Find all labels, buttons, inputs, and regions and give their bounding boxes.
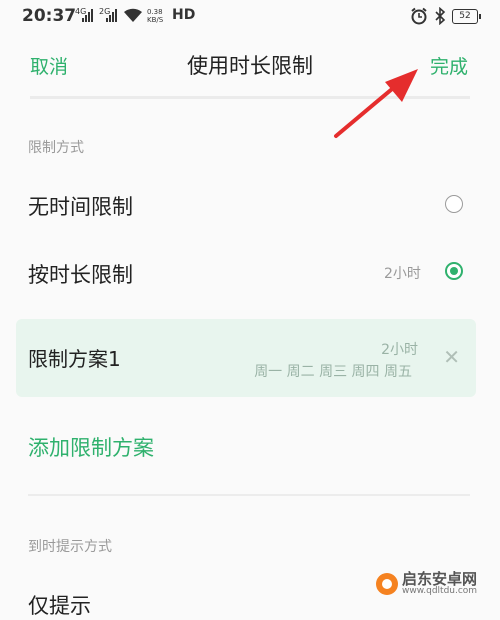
header: 取消 使用时长限制 完成 xyxy=(0,40,500,88)
bluetooth-icon xyxy=(435,7,446,25)
plan-name: 限制方案1 xyxy=(28,347,121,371)
network-speed: 0.38 KB/S xyxy=(147,8,163,24)
signal-icon-2 xyxy=(106,8,117,22)
page-title: 使用时长限制 xyxy=(187,54,313,78)
network-speed-value: 0.38 xyxy=(147,8,163,16)
battery-icon: 52 xyxy=(452,8,481,24)
radio-no-limit[interactable] xyxy=(445,195,463,213)
network-speed-unit: KB/S xyxy=(147,16,164,24)
alarm-icon xyxy=(411,7,427,25)
hd-indicator: HD xyxy=(172,7,196,23)
watermark: 启东安卓网 www.qdltdu.com xyxy=(376,572,477,596)
watermark-url: www.qdltdu.com xyxy=(402,586,478,596)
watermark-name: 启东安卓网 xyxy=(402,570,478,588)
status-time: 20:37 xyxy=(22,6,77,26)
radio-duration-limit[interactable] xyxy=(445,262,463,280)
done-button[interactable]: 完成 xyxy=(430,52,468,79)
plan-days: 周一 周二 周三 周四 周五 xyxy=(254,364,412,380)
close-icon[interactable]: ✕ xyxy=(443,345,460,369)
watermark-logo-icon xyxy=(376,573,398,595)
limit-mode-section-label: 限制方式 xyxy=(28,140,84,156)
reminder-option-notify-only[interactable]: 仅提示 xyxy=(28,590,91,620)
add-plan-button[interactable]: 添加限制方案 xyxy=(28,432,154,462)
duration-limit-value: 2小时 xyxy=(384,266,421,282)
wifi-icon xyxy=(124,8,142,22)
status-right: 52 xyxy=(410,7,481,25)
option-no-limit-label: 无时间限制 xyxy=(28,195,133,219)
section-divider xyxy=(28,494,470,496)
plan-card[interactable]: 限制方案1 2小时 周一 周二 周三 周四 周五 ✕ xyxy=(16,319,476,397)
annotation-arrow xyxy=(334,69,418,138)
option-duration-limit-label: 按时长限制 xyxy=(28,263,133,287)
signal-icon-1 xyxy=(82,8,93,22)
status-bar: 20:37 4G 2G 0.38 KB/S HD 52 xyxy=(0,0,500,34)
reminder-section-label: 到时提示方式 xyxy=(28,539,112,555)
watermark-text: 启东安卓网 www.qdltdu.com xyxy=(402,572,477,596)
plan-duration: 2小时 xyxy=(381,342,418,358)
